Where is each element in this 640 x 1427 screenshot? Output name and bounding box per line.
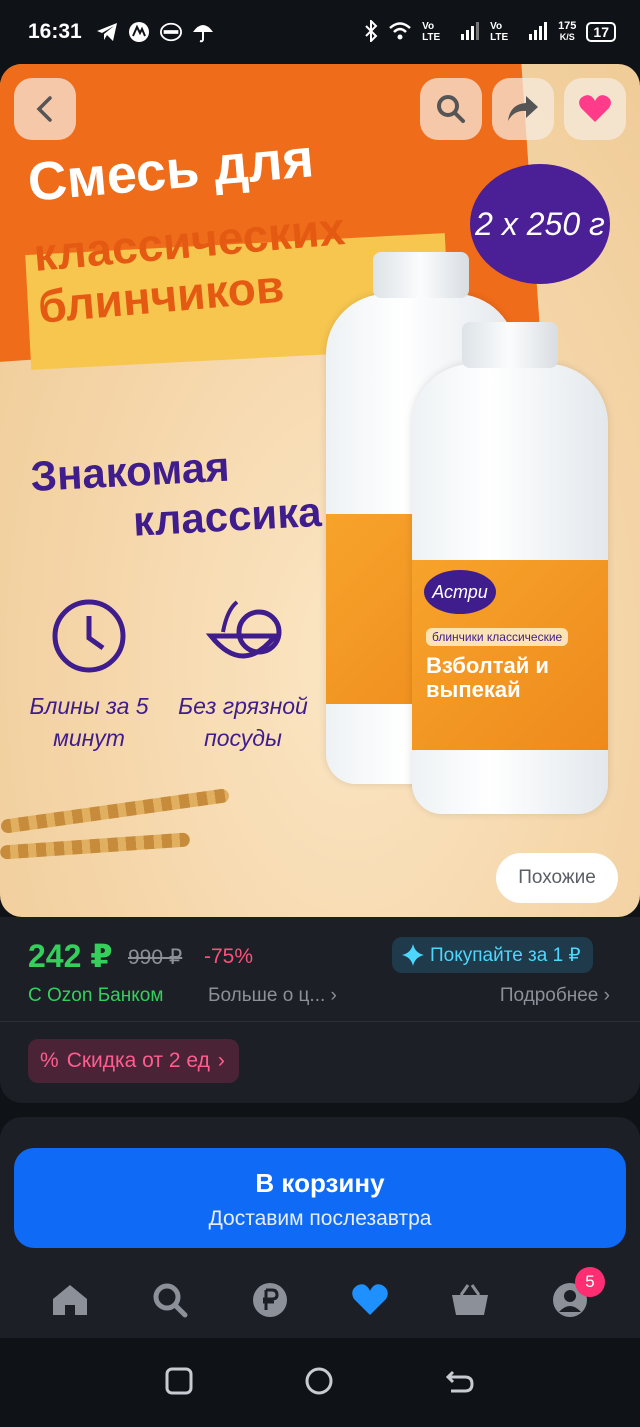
status-time: 16:31 [28, 20, 82, 43]
discount-percent: -75% [204, 945, 254, 968]
add-to-cart-button[interactable]: В корзину Доставим послезавтра [14, 1148, 626, 1248]
product-image[interactable]: Смесь для классических блинчиков 2 x 250… [0, 64, 640, 917]
brand-logo: Астри [424, 570, 496, 614]
chevron-right-icon: › [603, 985, 610, 1006]
signal-icon-2 [528, 21, 548, 44]
delivery-label: Доставим послезавтра [208, 1207, 432, 1230]
profile-badge: 5 [575, 1267, 605, 1297]
price-section: 242 ₽ 990 ₽ -75% Покупайте за 1 ₽ С Ozon… [0, 917, 640, 1103]
back-arrow-icon [445, 1370, 474, 1393]
nav-cart[interactable] [445, 1275, 495, 1325]
details-link[interactable]: Подробнее › [500, 985, 610, 1007]
weight-badge: 2 x 250 г [470, 164, 610, 284]
product-bottle-front: Астри блинчики классические Взболтай и в… [412, 322, 608, 814]
share-button[interactable] [492, 78, 554, 140]
nav-finance[interactable] [245, 1275, 295, 1325]
net-speed: 175 K/S [558, 20, 577, 43]
percent-icon: % [40, 1049, 59, 1072]
nav-home[interactable] [45, 1275, 95, 1325]
square-icon [165, 1367, 193, 1395]
feature-fast: Блины за 5 минут [14, 596, 164, 754]
back-button[interactable] [14, 78, 76, 140]
chevron-left-icon [36, 96, 52, 122]
bottle-label: Взболтай и выпекай [426, 653, 549, 702]
bluetooth-icon [364, 18, 378, 45]
clock-icon [49, 596, 129, 676]
wifi-icon [388, 21, 412, 44]
sparkle-icon [402, 944, 424, 966]
share-icon [508, 96, 538, 121]
nav-favorites[interactable] [345, 1275, 395, 1325]
bottom-navigation: 5 [0, 1262, 640, 1338]
home-system-button[interactable] [304, 1366, 334, 1401]
nav-search[interactable] [145, 1275, 195, 1325]
heart-icon [579, 95, 611, 122]
ruble-icon [253, 1283, 287, 1317]
old-price: 990 ₽ [128, 946, 183, 969]
similar-button[interactable]: Похожие [496, 853, 618, 903]
promo-badge[interactable]: Покупайте за 1 ₽ [392, 937, 593, 973]
burger-king-icon [159, 21, 182, 43]
network-1-label: Vo LTE [422, 21, 441, 43]
search-icon [153, 1283, 188, 1318]
hero-slogan: Знакомая классика [29, 442, 323, 545]
telegram-icon [96, 21, 118, 43]
more-about-price-link[interactable]: Больше о ц... › [208, 985, 337, 1007]
basket-icon [452, 1284, 488, 1315]
battery-indicator: 17 [586, 22, 616, 42]
status-bar: 16:31 Vo LTE Vo LTE 175 K/S 17 [0, 0, 640, 64]
bottle-sublabel: блинчики классические [426, 628, 569, 646]
promo-label: Покупайте за 1 ₽ [430, 944, 581, 966]
search-button[interactable] [420, 78, 482, 140]
bowl-icon [203, 596, 283, 676]
system-navigation [0, 1340, 640, 1427]
home-icon [53, 1285, 87, 1315]
nav-profile[interactable]: 5 [545, 1267, 605, 1325]
search-icon [437, 95, 465, 123]
wheat-decoration [0, 832, 191, 860]
favorite-button[interactable] [564, 78, 626, 140]
back-system-button[interactable] [445, 1368, 475, 1399]
recents-button[interactable] [165, 1367, 193, 1400]
chevron-right-icon: › [330, 985, 337, 1006]
feature-clean: Без грязной посуды [168, 596, 318, 754]
chevron-right-icon: › [217, 1049, 225, 1072]
wheat-decoration [0, 788, 230, 834]
current-price: 242 ₽ [28, 938, 113, 974]
network-2-label: Vo LTE [490, 21, 509, 43]
bulk-discount-button[interactable]: % Скидка от 2 ед › [28, 1039, 239, 1083]
add-to-cart-label: В корзину [255, 1168, 385, 1198]
app-logo-icon [128, 21, 150, 43]
signal-icon [460, 21, 480, 44]
circle-icon [305, 1367, 333, 1395]
ozon-bank-label[interactable]: С Ozon Банком [28, 985, 163, 1007]
umbrella-icon [192, 21, 214, 43]
bulk-discount-label: Скидка от 2 ед [66, 1049, 210, 1072]
divider [0, 1021, 640, 1022]
heart-icon [352, 1284, 388, 1315]
